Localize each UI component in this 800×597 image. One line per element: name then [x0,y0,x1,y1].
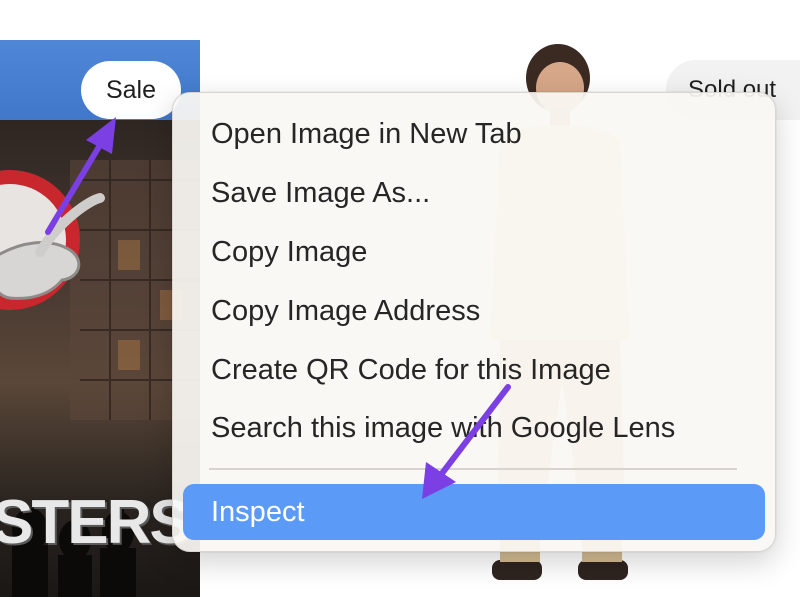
menu-item-open-image-new-tab[interactable]: Open Image in New Tab [183,106,765,162]
menu-separator [209,468,737,470]
product-image-left[interactable]: STERS [0,40,200,597]
menu-item-copy-image[interactable]: Copy Image [183,224,765,280]
menu-item-inspect[interactable]: Inspect [183,484,765,540]
sale-badge: Sale [81,61,181,119]
poster-artwork: STERS [0,120,200,597]
menu-item-search-google-lens[interactable]: Search this image with Google Lens [183,400,765,456]
image-context-menu: Open Image in New Tab Save Image As... C… [172,92,776,552]
menu-item-create-qr-code[interactable]: Create QR Code for this Image [183,342,765,398]
menu-item-save-image-as[interactable]: Save Image As... [183,165,765,221]
poster-title-text: STERS [0,488,191,557]
menu-item-copy-image-address[interactable]: Copy Image Address [183,283,765,339]
